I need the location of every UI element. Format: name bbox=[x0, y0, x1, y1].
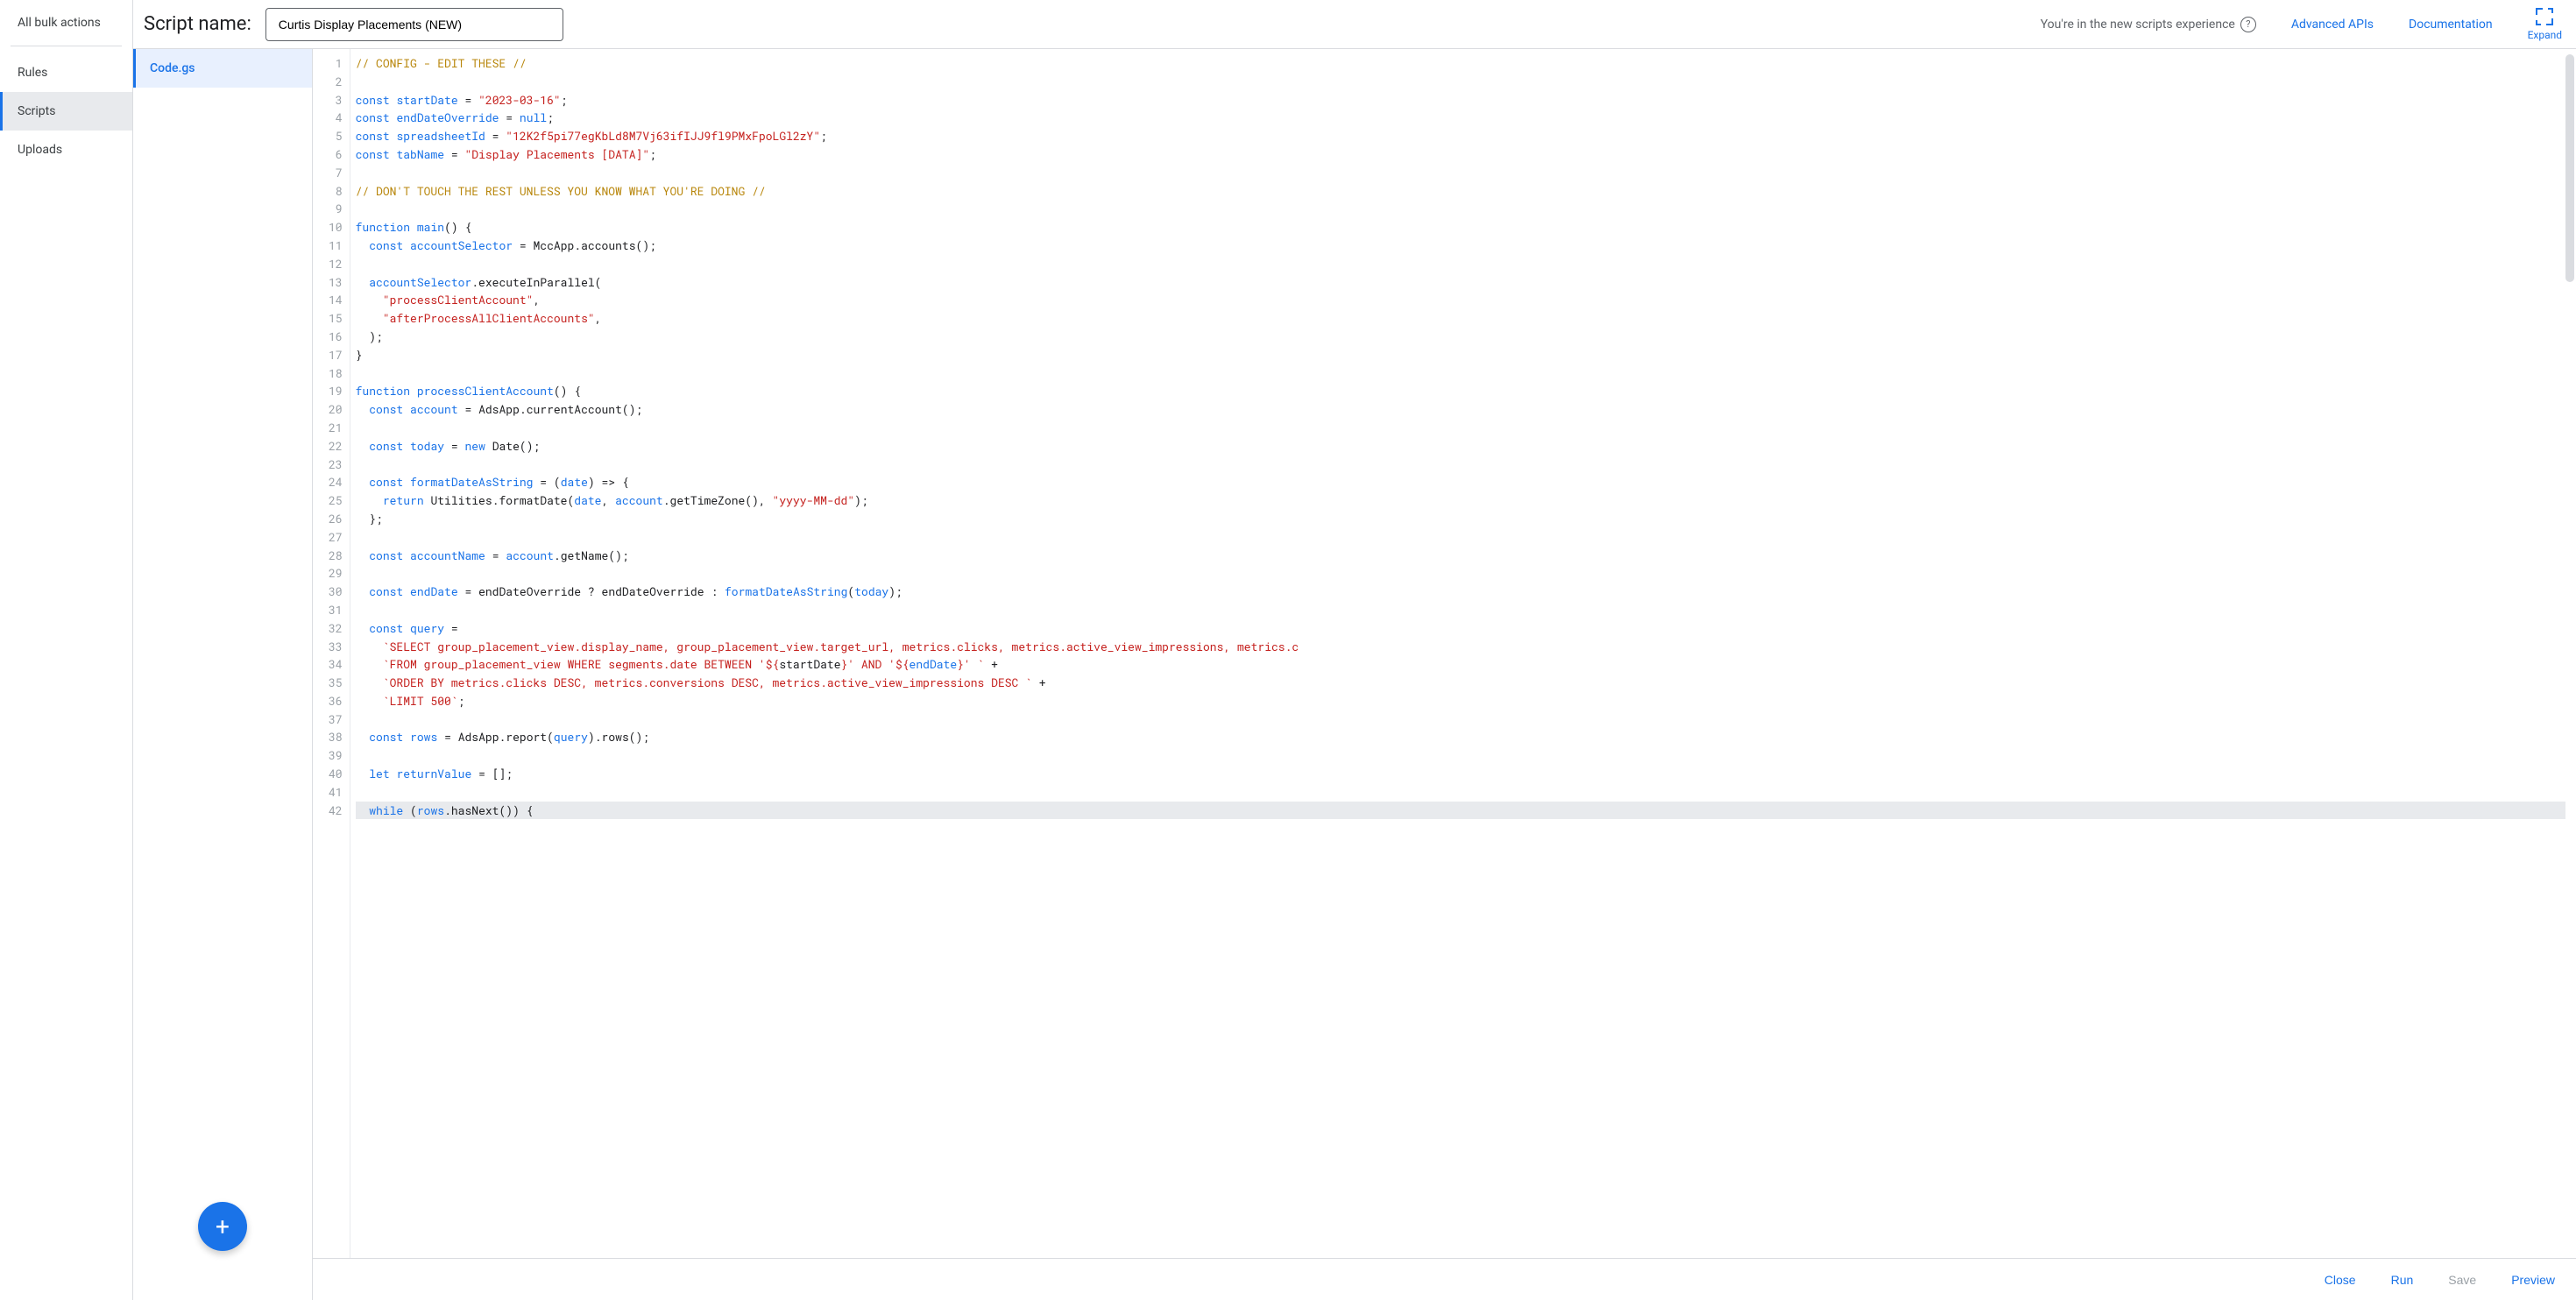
code-editor[interactable]: 1 2 3 4 5 6 7 8 9 10 11 12 13 14 15 16 1… bbox=[312, 49, 2576, 1300]
code-line[interactable]: function processClientAccount() { bbox=[356, 382, 2565, 400]
sidebar-item-scripts[interactable]: Scripts bbox=[0, 92, 132, 131]
code-line[interactable]: `FROM group_placement_view WHERE segment… bbox=[356, 655, 2565, 674]
file-tab-code-gs[interactable]: Code.gs bbox=[133, 49, 312, 88]
code-line[interactable]: ); bbox=[356, 328, 2565, 346]
documentation-link[interactable]: Documentation bbox=[2409, 18, 2493, 32]
fab-new[interactable]: + bbox=[198, 1202, 247, 1251]
code-line[interactable]: // CONFIG - EDIT THESE // bbox=[356, 54, 2565, 73]
code-line[interactable]: }; bbox=[356, 510, 2565, 528]
left-sidebar: All bulk actions RulesScriptsUploads bbox=[0, 0, 133, 1300]
topbar: Script name: You're in the new scripts e… bbox=[133, 0, 2576, 49]
code-area[interactable]: // CONFIG - EDIT THESE // const startDat… bbox=[350, 49, 2576, 1258]
code-line[interactable] bbox=[356, 528, 2565, 547]
code-line[interactable] bbox=[356, 200, 2565, 218]
code-line[interactable]: function main() { bbox=[356, 218, 2565, 237]
code-line[interactable] bbox=[356, 564, 2565, 583]
code-line[interactable]: "processClientAccount", bbox=[356, 291, 2565, 309]
code-line[interactable]: `ORDER BY metrics.clicks DESC, metrics.c… bbox=[356, 674, 2565, 692]
code-line[interactable] bbox=[356, 783, 2565, 802]
code-line[interactable] bbox=[356, 601, 2565, 619]
advanced-apis-link[interactable]: Advanced APIs bbox=[2291, 18, 2374, 32]
preview-button[interactable]: Preview bbox=[2511, 1273, 2555, 1287]
code-line[interactable]: let returnValue = []; bbox=[356, 765, 2565, 783]
code-line[interactable]: `LIMIT 500`; bbox=[356, 692, 2565, 710]
sidebar-item-rules[interactable]: Rules bbox=[0, 53, 132, 92]
experience-info: You're in the new scripts experience ? bbox=[2041, 17, 2256, 32]
plus-icon: + bbox=[216, 1212, 230, 1241]
code-line[interactable]: "afterProcessAllClientAccounts", bbox=[356, 309, 2565, 328]
code-line[interactable]: `SELECT group_placement_view.display_nam… bbox=[356, 638, 2565, 656]
code-line[interactable]: const today = new Date(); bbox=[356, 437, 2565, 456]
sidebar-header: All bulk actions bbox=[0, 0, 132, 46]
run-button[interactable]: Run bbox=[2391, 1273, 2414, 1287]
code-line[interactable]: const account = AdsApp.currentAccount(); bbox=[356, 400, 2565, 419]
script-name-label: Script name: bbox=[144, 13, 251, 35]
code-line[interactable]: const accountName = account.getName(); bbox=[356, 547, 2565, 565]
code-line[interactable]: const startDate = "2023-03-16"; bbox=[356, 91, 2565, 110]
code-line[interactable]: const tabName = "Display Placements [DAT… bbox=[356, 145, 2565, 164]
code-line[interactable]: const spreadsheetId = "12K2f5pi77egKbLd8… bbox=[356, 127, 2565, 145]
line-number-gutter: 1 2 3 4 5 6 7 8 9 10 11 12 13 14 15 16 1… bbox=[313, 49, 350, 1258]
code-line[interactable]: while (rows.hasNext()) { bbox=[356, 802, 2565, 820]
close-button[interactable]: Close bbox=[2325, 1273, 2356, 1287]
code-line[interactable]: const formatDateAsString = (date) => { bbox=[356, 473, 2565, 491]
expand-icon bbox=[2536, 8, 2553, 25]
code-line[interactable] bbox=[356, 73, 2565, 91]
vertical-scrollbar[interactable] bbox=[2565, 54, 2574, 282]
experience-info-text: You're in the new scripts experience bbox=[2041, 18, 2235, 32]
code-line[interactable] bbox=[356, 255, 2565, 273]
code-line[interactable]: const accountSelector = MccApp.accounts(… bbox=[356, 237, 2565, 255]
code-line[interactable]: const endDateOverride = null; bbox=[356, 109, 2565, 127]
script-name-input[interactable] bbox=[265, 8, 563, 41]
code-line[interactable]: accountSelector.executeInParallel( bbox=[356, 273, 2565, 292]
code-line[interactable]: return Utilities.formatDate(date, accoun… bbox=[356, 491, 2565, 510]
code-line[interactable]: const query = bbox=[356, 619, 2565, 638]
code-line[interactable] bbox=[356, 164, 2565, 182]
expand-label: Expand bbox=[2528, 29, 2562, 41]
help-icon[interactable]: ? bbox=[2240, 17, 2256, 32]
code-line[interactable]: const endDate = endDateOverride ? endDat… bbox=[356, 583, 2565, 601]
code-line[interactable] bbox=[356, 364, 2565, 383]
code-line[interactable] bbox=[356, 746, 2565, 765]
code-line[interactable]: // DON'T TOUCH THE REST UNLESS YOU KNOW … bbox=[356, 182, 2565, 201]
code-line[interactable] bbox=[356, 456, 2565, 474]
file-panel: Code.gs || + bbox=[133, 49, 312, 1300]
code-line[interactable] bbox=[356, 419, 2565, 437]
code-line[interactable] bbox=[356, 710, 2565, 729]
code-line[interactable]: } bbox=[356, 346, 2565, 364]
bottom-bar: Close Run Save Preview bbox=[313, 1258, 2576, 1300]
save-button: Save bbox=[2448, 1273, 2476, 1287]
expand-button[interactable]: Expand bbox=[2528, 8, 2562, 41]
code-line[interactable]: const rows = AdsApp.report(query).rows()… bbox=[356, 728, 2565, 746]
sidebar-item-uploads[interactable]: Uploads bbox=[0, 131, 132, 169]
